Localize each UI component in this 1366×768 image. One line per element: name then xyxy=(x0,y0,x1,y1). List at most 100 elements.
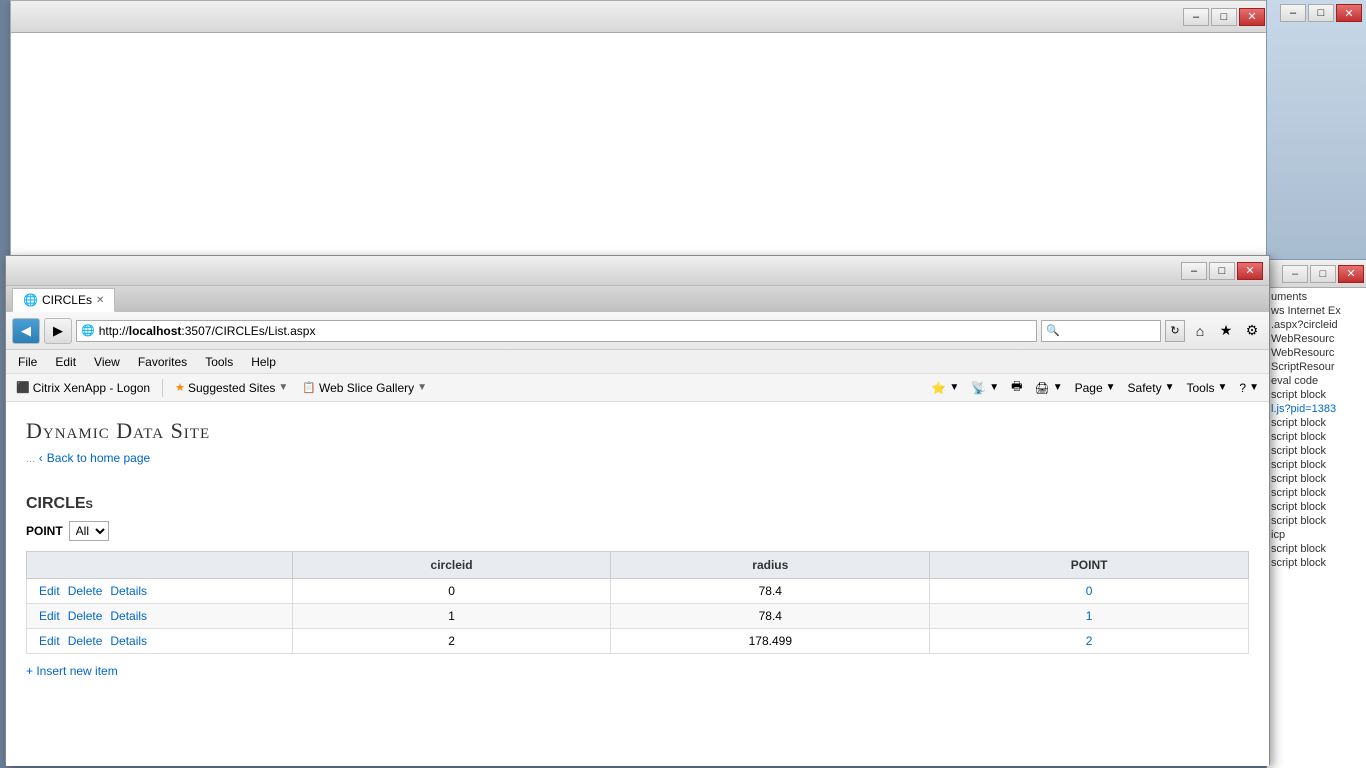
bg-browser-content xyxy=(11,33,1269,259)
point-link-1[interactable]: 1 xyxy=(1086,609,1093,623)
right-panel-item: uments xyxy=(1267,290,1366,304)
insert-label: + Insert new item xyxy=(26,664,118,678)
add-fav-dropdown[interactable]: ▼ xyxy=(949,382,959,393)
bg-close-button[interactable]: ✕ xyxy=(1239,8,1265,26)
safety-menu-dropdown[interactable]: ▼ xyxy=(1165,382,1175,393)
right-panel-item: script block xyxy=(1267,444,1366,458)
menu-view[interactable]: View xyxy=(86,353,128,371)
right-panel-item: script block xyxy=(1267,514,1366,528)
right-panel-item: script block xyxy=(1267,388,1366,402)
right-panel-item: script block xyxy=(1267,430,1366,444)
fav-webslice[interactable]: 📋 Web Slice Gallery ▼ xyxy=(298,379,431,397)
back-button[interactable]: ◀ xyxy=(12,318,40,344)
menu-help[interactable]: Help xyxy=(243,353,284,371)
breadcrumb-row: ... ‹ Back to home page xyxy=(26,450,1249,481)
right-panel-bottom: – □ ✕ umentsws Internet Ex.aspx?circleid… xyxy=(1267,260,1366,768)
radius-header: radius xyxy=(611,552,930,579)
main-maximize-button[interactable]: □ xyxy=(1209,262,1235,280)
edit-link-0[interactable]: Edit xyxy=(39,584,60,598)
add-fav-button[interactable]: ⭐ ▼ xyxy=(927,379,963,397)
menu-file[interactable]: File xyxy=(10,353,45,371)
main-minimize-button[interactable]: – xyxy=(1181,262,1207,280)
rpb-minimize-button[interactable]: – xyxy=(1282,265,1308,283)
right-panel-item: ws Internet Ex xyxy=(1267,304,1366,318)
settings-button[interactable]: ⚙ xyxy=(1241,320,1263,342)
delete-link-1[interactable]: Delete xyxy=(68,609,103,623)
details-link-2[interactable]: Details xyxy=(110,634,147,648)
fav-citrix[interactable]: ⬛ Citrix XenApp - Logon xyxy=(12,379,154,397)
back-label: Back to home page xyxy=(47,451,150,465)
bg-minimize-button[interactable]: – xyxy=(1183,8,1209,26)
add-fav-icon: ⭐ xyxy=(931,381,946,395)
edit-link-1[interactable]: Edit xyxy=(39,609,60,623)
tab-circles-label: CIRCLEs xyxy=(42,293,92,307)
address-prefix: http:// xyxy=(99,324,129,338)
webslice-dropdown-icon[interactable]: ▼ xyxy=(417,382,427,393)
point-link-2[interactable]: 2 xyxy=(1086,634,1093,648)
home-button[interactable]: ⌂ xyxy=(1189,320,1211,342)
rss-icon: 📡 xyxy=(971,381,986,395)
details-link-0[interactable]: Details xyxy=(110,584,147,598)
radius-cell: 178.499 xyxy=(611,629,930,654)
rss-dropdown[interactable]: ▼ xyxy=(989,382,999,393)
right-panel-item: script block xyxy=(1267,500,1366,514)
tools-menu-dropdown[interactable]: ▼ xyxy=(1218,382,1228,393)
citrix-icon: ⬛ xyxy=(16,381,30,394)
table-header-row: circleid radius POINT xyxy=(27,552,1249,579)
favorites-star-button[interactable]: ★ xyxy=(1215,320,1237,342)
right-panel-item: script block xyxy=(1267,486,1366,500)
menu-favorites[interactable]: Favorites xyxy=(130,353,195,371)
menu-tools[interactable]: Tools xyxy=(197,353,241,371)
insert-new-item-link[interactable]: + Insert new item xyxy=(26,664,1249,678)
help-dropdown[interactable]: ▼ xyxy=(1249,382,1259,393)
table-row: Edit Delete Details 178.41 xyxy=(27,604,1249,629)
help-button[interactable]: ? ▼ xyxy=(1235,379,1263,397)
delete-link-0[interactable]: Delete xyxy=(68,584,103,598)
point-filter-select[interactable]: All xyxy=(69,521,109,541)
print-area-button[interactable]: 🖶 xyxy=(1007,375,1026,400)
row-actions-2: Edit Delete Details xyxy=(39,634,280,648)
suggested-label: Suggested Sites xyxy=(188,381,275,395)
menu-edit[interactable]: Edit xyxy=(47,353,84,371)
right-top-controls: – □ ✕ xyxy=(1280,4,1362,22)
print-dropdown[interactable]: ▼ xyxy=(1053,382,1063,393)
tools-menu[interactable]: Tools ▼ xyxy=(1182,379,1231,397)
refresh-button[interactable]: ↻ xyxy=(1165,320,1185,342)
print-button[interactable]: 🖨 ▼ xyxy=(1030,379,1066,397)
fav-suggested[interactable]: ★ Suggested Sites ▼ xyxy=(171,379,292,397)
tab-close-button[interactable]: ✕ xyxy=(96,295,104,306)
point-link-0[interactable]: 0 xyxy=(1086,584,1093,598)
tab-circles[interactable]: 🌐 CIRCLEs ✕ xyxy=(12,288,115,312)
page-menu[interactable]: Page ▼ xyxy=(1071,379,1120,397)
safety-menu[interactable]: Safety ▼ xyxy=(1124,379,1179,397)
right-panel-item: script block xyxy=(1267,542,1366,556)
right-panel: – □ ✕ – □ ✕ umentsws Internet Ex.aspx?ci… xyxy=(1266,0,1366,768)
rpb-maximize-button[interactable]: □ xyxy=(1310,265,1336,283)
edit-link-2[interactable]: Edit xyxy=(39,634,60,648)
address-bar: ◀ ▶ 🌐 http://localhost:3507/CIRCLEs/List… xyxy=(6,312,1269,350)
main-close-button[interactable]: ✕ xyxy=(1237,262,1263,280)
rpb-close-button[interactable]: ✕ xyxy=(1338,265,1364,283)
rp-bottom-header: – □ ✕ xyxy=(1267,260,1366,288)
details-link-1[interactable]: Details xyxy=(110,609,147,623)
main-titlebar: – □ ✕ xyxy=(6,256,1269,286)
address-text: http://localhost:3507/CIRCLEs/List.aspx xyxy=(99,324,316,338)
tools-menu-label: Tools xyxy=(1186,381,1214,395)
back-link[interactable]: ‹ Back to home page xyxy=(39,451,150,465)
rss-button[interactable]: 📡 ▼ xyxy=(967,379,1003,397)
right-panel-item: WebResourc xyxy=(1267,346,1366,360)
rp-minimize-button[interactable]: – xyxy=(1280,4,1306,22)
right-panel-item: ScriptResour xyxy=(1267,360,1366,374)
bg-window-controls: – □ ✕ xyxy=(1183,8,1265,26)
forward-button[interactable]: ▶ xyxy=(44,318,72,344)
suggested-dropdown-icon[interactable]: ▼ xyxy=(278,382,288,393)
bg-maximize-button[interactable]: □ xyxy=(1211,8,1237,26)
rp-close-button[interactable]: ✕ xyxy=(1336,4,1362,22)
rp-maximize-button[interactable]: □ xyxy=(1308,4,1334,22)
right-fav-tools: ⭐ ▼ 📡 ▼ 🖶 🖨 ▼ Page ▼ Safety ▼ xyxy=(927,375,1263,400)
section-title: CIRCLEs xyxy=(26,495,1249,513)
page-menu-dropdown[interactable]: ▼ xyxy=(1106,382,1116,393)
delete-link-2[interactable]: Delete xyxy=(68,634,103,648)
safety-menu-label: Safety xyxy=(1128,381,1162,395)
address-host: localhost xyxy=(129,324,182,338)
